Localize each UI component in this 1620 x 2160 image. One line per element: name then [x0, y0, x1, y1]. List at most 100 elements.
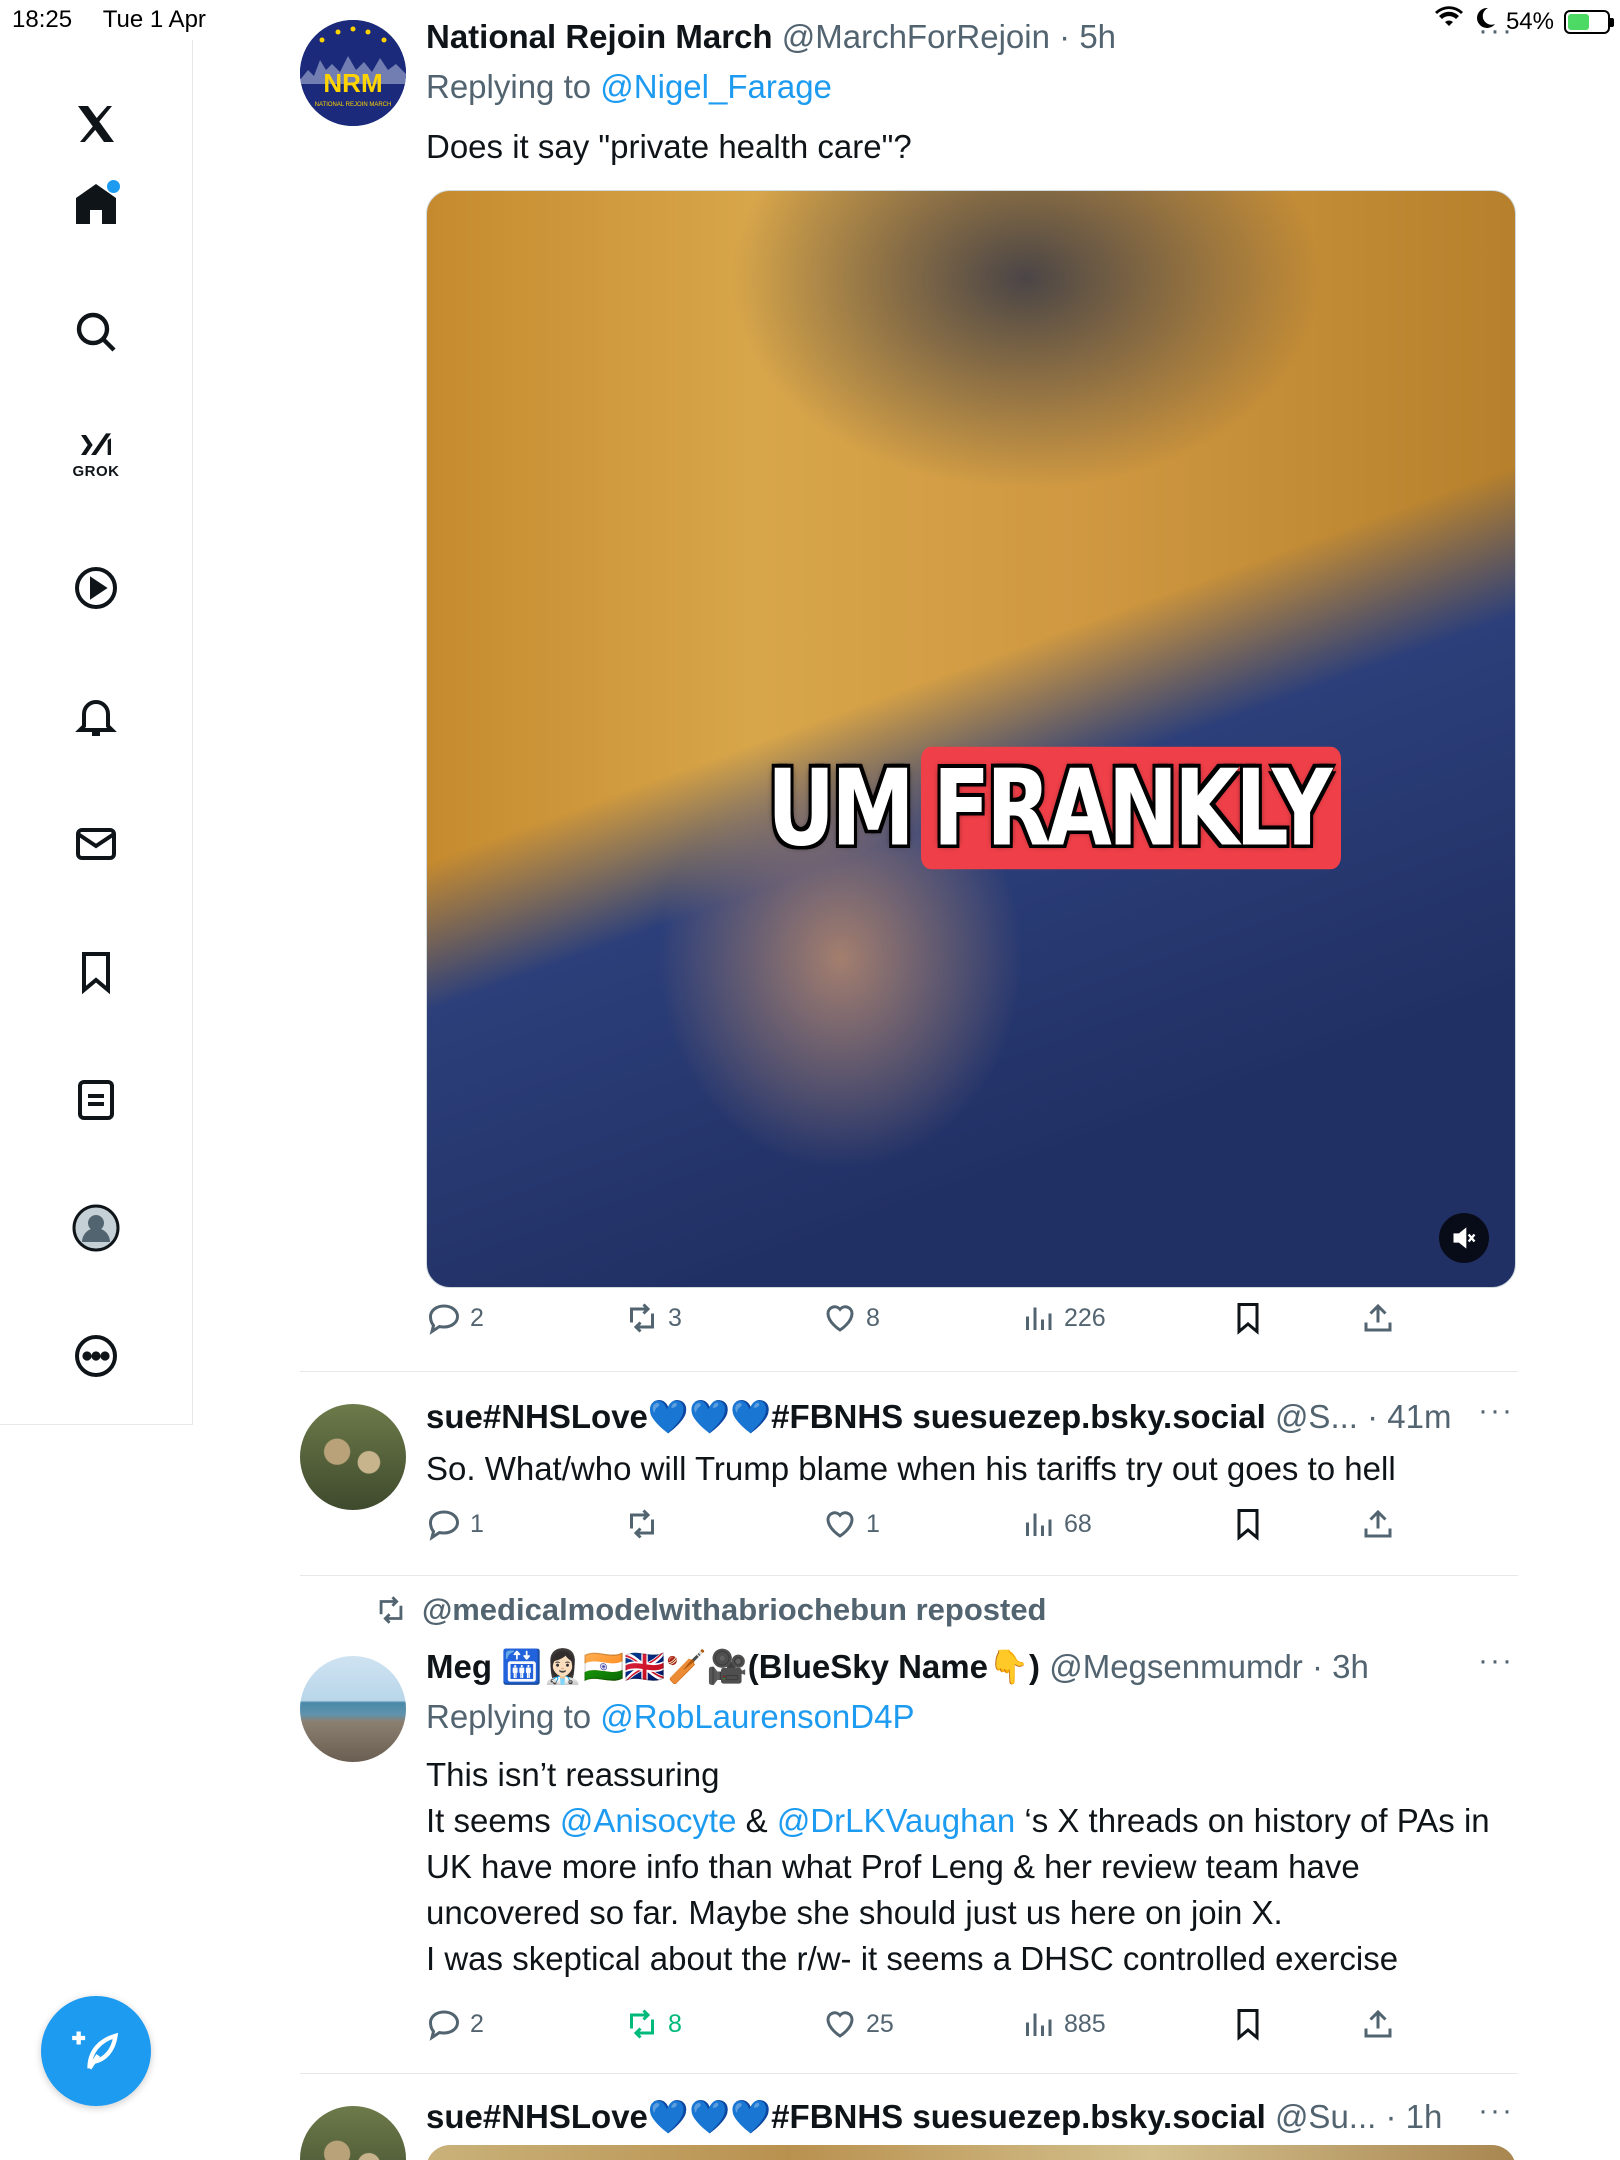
tweet[interactable]: sue#NHSLove💙💙💙#FBNHS suesuezep.bsky.soci… — [300, 1372, 1520, 1576]
status-time: 18:25 — [12, 6, 73, 33]
replying-to-link[interactable]: @RobLaurensonD4P — [600, 1698, 914, 1735]
video-caption-highlight: FRANKLY — [920, 746, 1341, 870]
more-options-icon[interactable]: ··· — [1478, 2094, 1514, 2128]
reply-icon — [428, 1510, 460, 1541]
x-logo-icon[interactable] — [62, 90, 130, 158]
tweet-text-segment: It seems — [426, 1802, 560, 1839]
timestamp[interactable]: 5h — [1079, 18, 1116, 55]
repost-count: 8 — [668, 2009, 682, 2038]
timestamp[interactable]: 3h — [1332, 1648, 1369, 1685]
video-caption-plain: UM — [767, 746, 915, 870]
reply-button[interactable]: 2 — [426, 1300, 484, 1336]
tweet-video[interactable]: UM FRANKLY — [426, 190, 1516, 1288]
more-options-icon[interactable]: ··· — [1478, 1644, 1514, 1678]
reply-button[interactable]: 1 — [426, 1506, 484, 1542]
display-name[interactable]: Meg 🛗👩🏻‍⚕️🇮🇳🇬🇧🏏🎥(BlueSky Name👇) — [426, 1648, 1040, 1685]
handle[interactable]: @Megsenmumdr — [1049, 1648, 1303, 1685]
heart-icon — [826, 1511, 854, 1538]
analytics-icon — [1026, 1513, 1052, 1536]
like-button[interactable]: 25 — [822, 2006, 894, 2042]
repost-icon — [630, 2009, 654, 2039]
repost-button[interactable] — [624, 1506, 668, 1542]
replying-prefix: Replying to — [426, 1698, 592, 1735]
handle[interactable]: @Su... — [1275, 2098, 1376, 2135]
bookmark-button[interactable] — [1230, 1300, 1266, 1336]
like-button[interactable]: 8 — [822, 1300, 880, 1336]
bookmark-button[interactable] — [1230, 1506, 1266, 1542]
bookmark-icon — [1237, 2009, 1259, 2041]
handle[interactable]: @MarchForRejoin — [782, 18, 1050, 55]
lists-icon[interactable] — [62, 1066, 130, 1134]
views-button[interactable]: 226 — [1020, 1300, 1106, 1336]
like-count: 8 — [866, 1303, 880, 1332]
bookmarks-icon[interactable] — [62, 938, 130, 1006]
tweet-header: National Rejoin March @MarchForRejoin · … — [426, 18, 1116, 56]
tweet[interactable]: NRM NATIONAL REJOIN MARCH National Rejoi… — [300, 0, 1520, 1372]
repost-context[interactable]: @medicalmodelwithabriochebun reposted — [374, 1592, 1047, 1628]
avatar[interactable]: NRM NATIONAL REJOIN MARCH — [300, 20, 406, 126]
tweet-actions: 2 8 25 885 — [426, 2006, 1526, 2056]
share-icon — [1364, 1509, 1392, 1538]
repost-count: 3 — [668, 1303, 682, 1332]
more-options-icon[interactable]: ··· — [1478, 14, 1514, 48]
mute-button[interactable] — [1439, 1213, 1489, 1263]
home-notification-dot — [107, 180, 120, 193]
replying-to-link[interactable]: @Nigel_Farage — [600, 68, 832, 105]
view-count: 68 — [1064, 1509, 1092, 1538]
timestamp[interactable]: 41m — [1387, 1398, 1451, 1435]
messages-icon[interactable] — [62, 810, 130, 878]
grok-icon[interactable]: GROK — [62, 418, 130, 486]
replying-to: Replying to @RobLaurensonD4P — [426, 1698, 914, 1736]
handle[interactable]: @S... — [1275, 1398, 1358, 1435]
views-button[interactable]: 68 — [1020, 1506, 1092, 1542]
repost-icon — [379, 1596, 403, 1624]
display-name[interactable]: sue#NHSLove💙💙💙#FBNHS suesuezep.bsky.soci… — [426, 1398, 1266, 1435]
avatar[interactable] — [300, 2106, 406, 2160]
compose-button[interactable] — [41, 1996, 151, 2106]
views-button[interactable]: 885 — [1020, 2006, 1106, 2042]
profile-icon[interactable] — [62, 1194, 130, 1262]
home-icon[interactable] — [62, 170, 130, 238]
avatar-logo-subtext: NATIONAL REJOIN MARCH — [315, 102, 392, 108]
repost-button[interactable]: 8 — [624, 2006, 682, 2042]
avatar-logo-text: NRM — [323, 68, 382, 98]
reply-count: 1 — [470, 1509, 484, 1538]
avatar[interactable] — [300, 1404, 406, 1510]
speaker-muted-icon — [1453, 1227, 1476, 1249]
like-count: 1 — [866, 1509, 880, 1538]
compose-icon — [72, 2031, 119, 2070]
display-name[interactable]: sue#NHSLove💙💙💙#FBNHS suesuezep.bsky.soci… — [426, 2098, 1266, 2135]
search-icon[interactable] — [62, 298, 130, 366]
separator: · — [1302, 1648, 1333, 1685]
status-date: Tue 1 Apr — [102, 6, 206, 33]
mention-link[interactable]: @Anisocyte — [560, 1802, 737, 1839]
repost-icon — [630, 1303, 654, 1333]
mention-link[interactable]: @DrLKVaughan — [777, 1802, 1015, 1839]
tweet-header: sue#NHSLove💙💙💙#FBNHS suesuezep.bsky.soci… — [426, 1398, 1451, 1437]
analytics-icon — [1026, 1307, 1052, 1330]
battery-icon — [1564, 9, 1614, 34]
like-button[interactable]: 1 — [822, 1506, 880, 1542]
repost-button[interactable]: 3 — [624, 1300, 682, 1336]
avatar[interactable] — [300, 1656, 406, 1762]
share-button[interactable] — [1360, 1506, 1396, 1542]
bookmark-button[interactable] — [1230, 2006, 1266, 2042]
share-button[interactable] — [1360, 1300, 1396, 1336]
tweet-text-segment: & — [736, 1802, 777, 1839]
heart-icon — [826, 1305, 854, 1332]
status-time-date: 18:25 Tue 1 Apr — [12, 6, 206, 34]
tweet[interactable]: @medicalmodelwithabriochebun reposted Me… — [300, 1576, 1520, 2074]
tweet-text: This isn’t reassuring It seems @Anisocyt… — [426, 1752, 1516, 1982]
reply-button[interactable]: 2 — [426, 2006, 484, 2042]
timestamp[interactable]: 1h — [1406, 2098, 1443, 2135]
share-button[interactable] — [1360, 2006, 1396, 2042]
tweet-text: So. What/who will Trump blame when his t… — [426, 1450, 1396, 1487]
video-icon[interactable] — [62, 554, 130, 622]
notifications-icon[interactable] — [62, 682, 130, 750]
display-name[interactable]: National Rejoin March — [426, 18, 773, 55]
more-icon[interactable] — [62, 1322, 130, 1390]
tweet-media-preview[interactable] — [426, 2145, 1516, 2160]
tweet-actions: 1 1 68 — [426, 1506, 1526, 1556]
tweet-text-paragraph: It seems @Anisocyte & @DrLKVaughan ‘s X … — [426, 1798, 1516, 1936]
more-options-icon[interactable]: ··· — [1478, 1394, 1514, 1428]
